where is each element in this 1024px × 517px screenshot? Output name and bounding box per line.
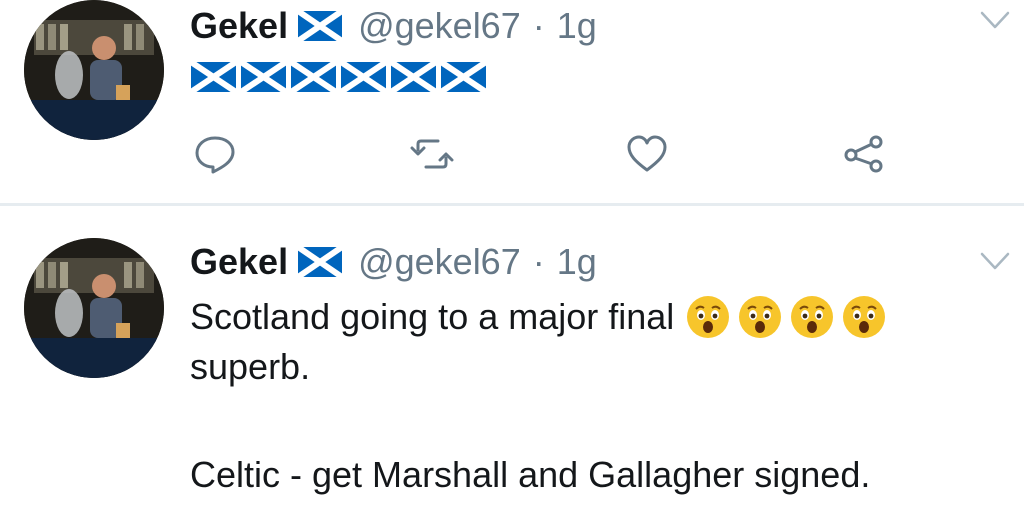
flag-emoji-row bbox=[191, 62, 486, 92]
avatar[interactable] bbox=[24, 238, 164, 378]
tweet-2[interactable]: Gekel @gekel67 · 1g Scotland going to a … bbox=[0, 206, 1024, 517]
user-handle[interactable]: @gekel67 bbox=[358, 241, 521, 283]
scotland-flag-icon bbox=[191, 62, 236, 92]
tweet-1[interactable]: Gekel @gekel67 · 1g bbox=[0, 0, 1024, 203]
separator-dot: · bbox=[532, 5, 545, 46]
scotland-flag-icon bbox=[298, 247, 343, 277]
chevron-down-icon[interactable] bbox=[980, 251, 1010, 271]
avatar-photo bbox=[24, 0, 164, 140]
timestamp[interactable]: 1g bbox=[557, 241, 597, 283]
display-name[interactable]: Gekel bbox=[190, 241, 288, 283]
tweet-text-line: Scotland going to a major final bbox=[190, 296, 675, 337]
share-icon[interactable] bbox=[842, 134, 886, 174]
tweet-text-line: superb. bbox=[190, 346, 311, 387]
user-handle[interactable]: @gekel67 bbox=[358, 5, 521, 47]
scotland-flag-icon bbox=[291, 62, 336, 92]
astonished-face-icon bbox=[842, 295, 886, 339]
like-icon[interactable] bbox=[625, 134, 669, 174]
scotland-flag-icon bbox=[341, 62, 386, 92]
scotland-flag-icon bbox=[441, 62, 486, 92]
avatar[interactable] bbox=[24, 0, 164, 140]
astonished-face-icon bbox=[790, 295, 834, 339]
astonished-face-icon bbox=[686, 295, 730, 339]
reply-icon[interactable] bbox=[193, 134, 237, 174]
retweet-icon[interactable] bbox=[410, 134, 454, 174]
display-name[interactable]: Gekel bbox=[190, 5, 288, 47]
avatar-photo bbox=[24, 238, 164, 378]
tweet-header: Gekel @gekel67 · 1g bbox=[190, 236, 597, 288]
separator-dot: · bbox=[532, 241, 545, 282]
astonished-face-icon bbox=[738, 295, 782, 339]
timestamp[interactable]: 1g bbox=[557, 5, 597, 47]
tweet-header: Gekel @gekel67 · 1g bbox=[190, 0, 597, 52]
tweet-text-line: Celtic - get Marshall and Gallagher sign… bbox=[190, 454, 871, 495]
chevron-down-icon[interactable] bbox=[980, 10, 1010, 30]
scotland-flag-icon bbox=[298, 11, 343, 41]
tweet-actions bbox=[0, 134, 1024, 174]
tweet-text: Scotland going to a major final superb. … bbox=[190, 292, 1010, 500]
scotland-flag-icon bbox=[241, 62, 286, 92]
scotland-flag-icon bbox=[391, 62, 436, 92]
